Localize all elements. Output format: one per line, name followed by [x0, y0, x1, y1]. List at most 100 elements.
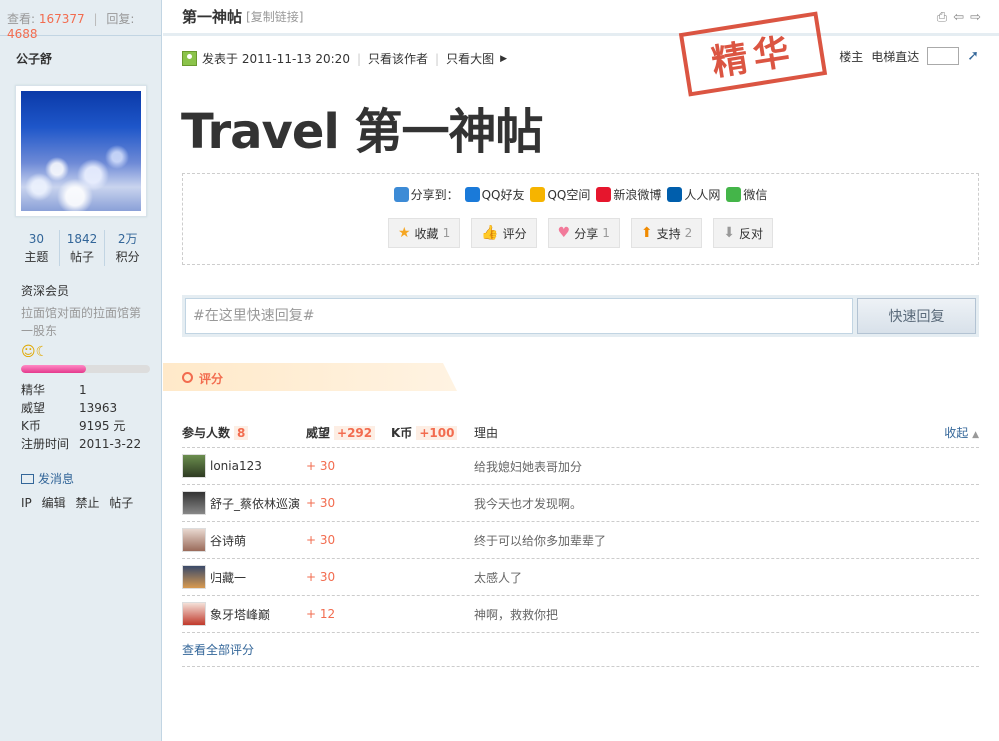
share-label: 分享到：	[393, 186, 459, 203]
table-row: lonia123 + 30 给我媳妇她表哥加分	[182, 448, 979, 485]
thread-stats: 查看: 167377 | 回复: 4688	[0, 0, 161, 41]
next-thread-icon[interactable]: ⇨	[970, 10, 981, 25]
thumbs-up-icon: 👍	[481, 225, 499, 241]
user-group[interactable]: 资深会员	[21, 282, 69, 299]
quick-reply-input[interactable]: #在这里快速回复#	[185, 298, 853, 334]
share-box: 分享到： QQ好友 QQ空间 新浪微博 人人网 微信 ★ 收藏 1 👍 评分 ♥ 分享 1…	[182, 173, 979, 265]
rater-avatar[interactable]	[182, 454, 206, 478]
rating-reason: 终于可以给你多加辈辈了	[474, 533, 607, 548]
rating-score: + 30	[306, 570, 336, 584]
floor-label: 楼主	[839, 49, 864, 64]
posts-link[interactable]: 帖子	[109, 496, 133, 510]
rating-tab: 评分	[163, 363, 457, 391]
stat-posts[interactable]: 1842 帖子	[60, 230, 106, 266]
rating-reason: 我今天也才发现啊。	[474, 496, 583, 511]
ip-link[interactable]: IP	[21, 496, 32, 510]
print-icon[interactable]: ⎙	[937, 10, 947, 25]
rater-name[interactable]: lonia123	[210, 459, 262, 473]
profile-row: 精华 1	[21, 383, 87, 397]
prev-thread-icon[interactable]: ⇦	[953, 10, 964, 25]
edit-link[interactable]: 编辑	[42, 496, 66, 510]
rating-reason: 太感人了	[474, 570, 523, 585]
rating-score: + 30	[306, 459, 336, 473]
go-floor-icon[interactable]: ➚	[967, 48, 979, 64]
rating-score: + 30	[306, 533, 336, 547]
rating-reason: 给我媳妇她表哥加分	[474, 459, 583, 474]
quick-reply-button[interactable]: 快速回复	[857, 298, 976, 334]
rater-avatar[interactable]	[182, 491, 206, 515]
big-images-link[interactable]: 只看大图	[446, 50, 494, 67]
play-icon[interactable]: ▶	[500, 54, 507, 64]
profile-row: 威望 13963	[21, 401, 118, 415]
star-icon: ★	[397, 225, 411, 241]
rater-name[interactable]: 舒子_蔡依林巡演	[210, 495, 300, 512]
ban-link[interactable]: 禁止	[75, 496, 99, 510]
share-button[interactable]: ♥ 分享 1	[547, 218, 620, 248]
views-label: 查看:	[7, 12, 36, 26]
oppose-button[interactable]: ⬇ 反对	[713, 218, 774, 248]
arrow-down-icon: ⬇	[723, 225, 735, 241]
rating-table: 参与人数 8 威望 +292 K币 +100 理由 收起 ▲ lonia123 + 3…	[182, 418, 979, 667]
moon-icon: ☾	[35, 344, 49, 360]
chevron-up-icon: ▲	[972, 430, 979, 440]
table-row: 归藏一 + 30 太感人了	[182, 559, 979, 596]
weiwang-total: +292	[334, 426, 376, 440]
share-qzone[interactable]: QQ空间	[530, 186, 590, 203]
views-count: 167377	[38, 12, 85, 26]
rating-score: + 12	[306, 607, 336, 621]
favorite-button[interactable]: ★ 收藏 1	[387, 218, 461, 248]
author-name[interactable]: 公子舒	[0, 36, 161, 74]
share-sina-weibo[interactable]: 新浪微博	[596, 186, 661, 203]
admin-links: IP 编辑 禁止 帖子	[21, 494, 139, 511]
rating-reason: 神啊，救救你把	[474, 607, 559, 622]
custom-title: 拉面馆对面的拉面馆第一股东	[21, 306, 142, 338]
rater-name[interactable]: 归藏一	[210, 569, 246, 586]
floor-nav: 楼主 电梯直达 ➚	[839, 47, 979, 65]
table-row: 谷诗萌 + 30 终于可以给你多加辈辈了	[182, 522, 979, 559]
stat-points[interactable]: 2万 积分	[105, 230, 150, 266]
smiley-icon: ☺	[21, 344, 36, 360]
wechat-icon	[726, 187, 742, 202]
send-message-link[interactable]: 发消息	[21, 470, 74, 487]
share-qq-friend[interactable]: QQ好友	[464, 186, 524, 203]
post-time: 发表于 2011-11-13 20:20	[202, 52, 350, 66]
arrow-up-icon: ⬆	[640, 225, 653, 241]
circle-icon	[182, 372, 193, 383]
rate-button[interactable]: 👍 评分	[471, 218, 537, 248]
thread-title[interactable]: 第一神帖	[182, 6, 242, 27]
rater-name[interactable]: 谷诗萌	[210, 532, 246, 549]
kb-total: +100	[416, 426, 458, 440]
profile-row: 注册时间 2011-3-22	[21, 437, 142, 451]
replies-count: 4688	[7, 27, 38, 41]
weibo-icon	[596, 187, 612, 202]
view-all-ratings-link[interactable]: 查看全部评分	[182, 633, 979, 667]
post-main: 第一神帖 [复制链接] ⎙ ⇦ ⇨ 发表于 2011-11-13 20:20 |…	[163, 0, 999, 741]
heart-icon: ♥	[557, 225, 571, 241]
rater-avatar[interactable]	[182, 602, 206, 626]
share-plus-icon	[393, 187, 409, 202]
share-renren[interactable]: 人人网	[667, 186, 720, 203]
rater-avatar[interactable]	[182, 528, 206, 552]
replies-label: 回复:	[106, 12, 135, 26]
table-row: 象牙塔峰巅 + 12 神啊，救救你把	[182, 596, 979, 633]
participants-count: 8	[234, 426, 249, 440]
collapse-link[interactable]: 收起 ▲	[944, 424, 979, 441]
floor-input[interactable]	[927, 47, 960, 65]
quick-reply: #在这里快速回复# 快速回复	[182, 295, 979, 337]
post-meta: 发表于 2011-11-13 20:20 | 只看该作者 | 只看大图 ▶	[182, 50, 507, 67]
rater-avatar[interactable]	[182, 565, 206, 589]
rater-name[interactable]: 象牙塔峰巅	[210, 606, 270, 623]
profile-list: 精华 1 威望 13963 K币 9195 元 注册时间 2011-3-22	[21, 381, 141, 453]
support-button[interactable]: ⬆ 支持 2	[630, 218, 703, 248]
renren-icon	[667, 187, 683, 202]
thread-title-bar: 第一神帖 [复制链接] ⎙ ⇦ ⇨	[163, 0, 999, 36]
post-title: Travel 第一神帖	[181, 104, 544, 160]
copy-link-button[interactable]: [复制链接]	[246, 8, 303, 25]
medal-icons: ☺☾	[21, 344, 48, 360]
level-progress	[21, 365, 150, 373]
table-row: 舒子_蔡依林巡演 + 30 我今天也才发现啊。	[182, 485, 979, 522]
avatar[interactable]	[15, 85, 147, 217]
only-author-link[interactable]: 只看该作者	[368, 50, 428, 67]
share-wechat[interactable]: 微信	[726, 186, 767, 203]
stat-topics[interactable]: 30 主题	[14, 230, 60, 266]
